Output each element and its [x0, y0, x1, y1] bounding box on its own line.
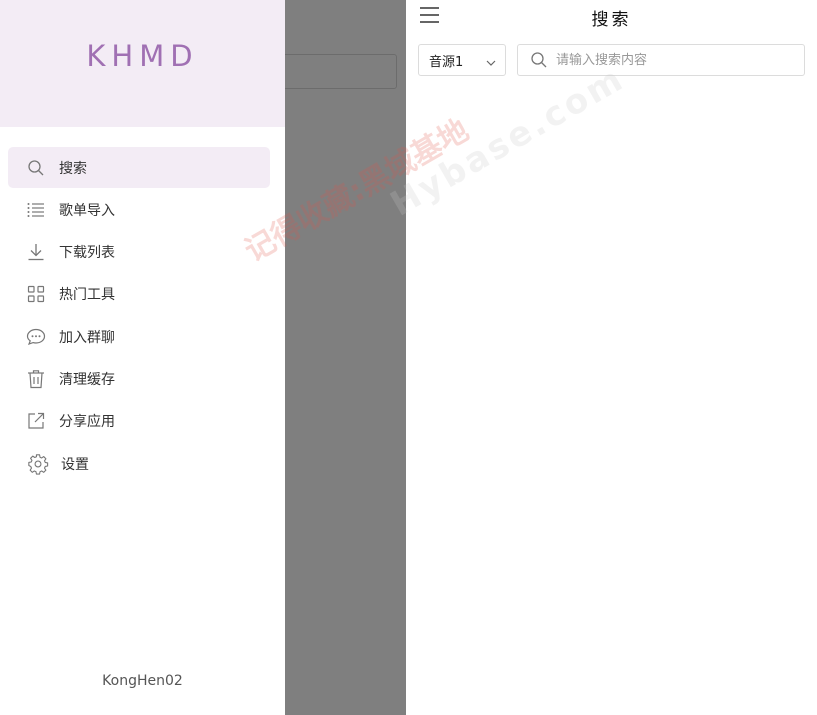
menu-item-label: 设置 [61, 456, 89, 473]
drawer-footer-author: KongHen02 [102, 673, 183, 689]
source-select-value: 音源1 [429, 54, 464, 70]
menu-item-label: 分享应用 [59, 414, 115, 431]
menu-item-label: 下载列表 [59, 245, 115, 262]
menu-item-search[interactable]: 搜索 [8, 147, 270, 188]
search-field[interactable] [517, 44, 805, 76]
menu-item-label: 清理缓存 [59, 371, 115, 388]
share-icon [24, 409, 48, 433]
top-app-bar: 搜索 [406, 0, 817, 32]
menu-item-join-group[interactable]: 加入群聊 [8, 316, 270, 357]
gear-icon [26, 452, 50, 476]
menu-item-label: 加入群聊 [59, 329, 115, 346]
grid-icon [24, 282, 48, 306]
menu-item-clear-cache[interactable]: 清理缓存 [8, 358, 270, 399]
menu-item-label: 热门工具 [59, 287, 115, 304]
menu-item-label: 歌单导入 [59, 202, 115, 219]
search-icon [24, 156, 48, 180]
list-icon [24, 198, 48, 222]
menu-item-downloads[interactable]: 下载列表 [8, 232, 270, 273]
drawer-menu: 搜索 歌单导入 下载列表 热门工具 加入群聊 清理缓存 分享应用 设置 [8, 147, 270, 485]
menu-item-settings[interactable]: 设置 [8, 443, 270, 484]
menu-item-playlist-import[interactable]: 歌单导入 [8, 189, 270, 230]
app-logo-text: KHMD [86, 38, 199, 73]
search-icon [530, 51, 548, 69]
navigation-drawer: KHMD 搜索 歌单导入 下载列表 热门工具 加入群聊 清理缓存 分享应用 设置… [0, 0, 285, 715]
drawer-header: KHMD [0, 0, 285, 127]
chevron-down-icon [485, 54, 497, 73]
download-icon [24, 240, 48, 264]
source-select[interactable]: 音源1 [418, 44, 506, 76]
menu-item-hot-tools[interactable]: 热门工具 [8, 274, 270, 315]
left-screen: KHMD 搜索 歌单导入 下载列表 热门工具 加入群聊 清理缓存 分享应用 设置… [0, 0, 406, 715]
trash-icon [24, 367, 48, 391]
search-input[interactable] [554, 51, 788, 69]
menu-item-label: 搜索 [59, 160, 87, 177]
menu-item-share-app[interactable]: 分享应用 [8, 401, 270, 442]
chat-icon [24, 325, 48, 349]
right-screen: 搜索 音源1 [406, 0, 817, 715]
page-title: 搜索 [591, 10, 632, 30]
